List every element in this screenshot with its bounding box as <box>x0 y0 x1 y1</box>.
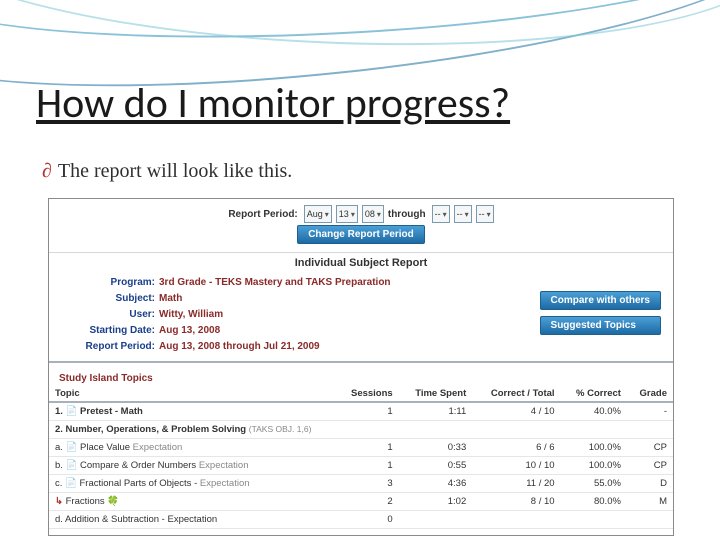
table-row: ↳ Fractions 🍀 21:028 / 1080.0%M <box>49 493 673 511</box>
chevron-down-icon: ▾ <box>351 210 355 219</box>
table-row: d. Addition & Subtraction - Expectation … <box>49 511 673 529</box>
chevron-down-icon: ▾ <box>465 210 469 219</box>
col-correct-total: Correct / Total <box>472 386 560 402</box>
meta-value: Math <box>159 291 182 307</box>
day2-select[interactable]: --▾ <box>454 205 472 223</box>
period-label: Report Period: <box>228 209 297 220</box>
change-report-period-button[interactable]: Change Report Period <box>297 225 425 244</box>
meta-value: Witty, William <box>159 307 223 323</box>
suggested-topics-button[interactable]: Suggested Topics <box>540 316 661 335</box>
table-row: c. 📄 Fractional Parts of Objects - Expec… <box>49 475 673 493</box>
meta-value: Aug 13, 2008 <box>159 323 220 339</box>
taks-note: (TAKS OBJ. 1,6) <box>249 424 312 434</box>
col-sessions: Sessions <box>336 386 399 402</box>
report-title: Individual Subject Report <box>49 255 673 275</box>
meta-label: Report Period: <box>59 339 159 355</box>
topic-link[interactable]: b. 📄 Compare & Order Numbers Expectation <box>49 457 336 475</box>
month2-select[interactable]: --▾ <box>432 205 450 223</box>
topics-section-title: Study Island Topics <box>49 369 673 386</box>
chevron-down-icon: ▾ <box>487 210 491 219</box>
topic-link[interactable]: 1. 📄 Pretest - Math <box>49 402 336 421</box>
strand-header: 2. Number, Operations, & Problem Solving… <box>49 421 673 439</box>
table-row: 1. 📄 Pretest - Math 11:114 / 1040.0%- <box>49 402 673 421</box>
year-select[interactable]: 08▾ <box>362 205 384 223</box>
compare-with-others-button[interactable]: Compare with others <box>540 291 661 310</box>
report-period-filter: Report Period: Aug▾ 13▾ 08▾ through --▾ … <box>49 199 673 225</box>
meta-label: Starting Date: <box>59 323 159 339</box>
through-label: through <box>388 209 426 220</box>
table-row: b. 📄 Compare & Order Numbers Expectation… <box>49 457 673 475</box>
col-time: Time Spent <box>399 386 473 402</box>
bullet-icon: ∂ <box>42 160 52 182</box>
table-row: 2. Number, Operations, & Problem Solving… <box>49 421 673 439</box>
meta-value: Aug 13, 2008 through Jul 21, 2009 <box>159 339 320 355</box>
topic-link[interactable]: c. 📄 Fractional Parts of Objects - Expec… <box>49 475 336 493</box>
report-screenshot: Report Period: Aug▾ 13▾ 08▾ through --▾ … <box>48 198 674 536</box>
child-arrow-icon: ↳ <box>55 496 63 507</box>
topic-link[interactable]: ↳ Fractions 🍀 <box>49 493 336 511</box>
year2-select[interactable]: --▾ <box>476 205 494 223</box>
chevron-down-icon: ▾ <box>377 210 381 219</box>
day-select[interactable]: 13▾ <box>336 205 358 223</box>
topics-table: Topic Sessions Time Spent Correct / Tota… <box>49 386 673 529</box>
slide-title: How do I monitor progress? <box>36 78 510 129</box>
table-row: a. 📄 Place Value Expectation 10:336 / 61… <box>49 439 673 457</box>
meta-label: User: <box>59 307 159 323</box>
chevron-down-icon: ▾ <box>443 210 447 219</box>
meta-label: Subject: <box>59 291 159 307</box>
meta-value: 3rd Grade - TEKS Mastery and TAKS Prepar… <box>159 275 391 291</box>
chevron-down-icon: ▾ <box>325 210 329 219</box>
col-grade: Grade <box>627 386 673 402</box>
subtitle-text: The report will look like this. <box>58 160 292 182</box>
col-percent: % Correct <box>561 386 627 402</box>
topic-link[interactable]: d. Addition & Subtraction - Expectation <box>49 511 336 529</box>
col-topic: Topic <box>49 386 336 402</box>
topic-link[interactable]: a. 📄 Place Value Expectation <box>49 439 336 457</box>
month-select[interactable]: Aug▾ <box>304 205 332 223</box>
meta-label: Program: <box>59 275 159 291</box>
slide-subtitle: ∂ The report will look like this. <box>42 160 292 183</box>
